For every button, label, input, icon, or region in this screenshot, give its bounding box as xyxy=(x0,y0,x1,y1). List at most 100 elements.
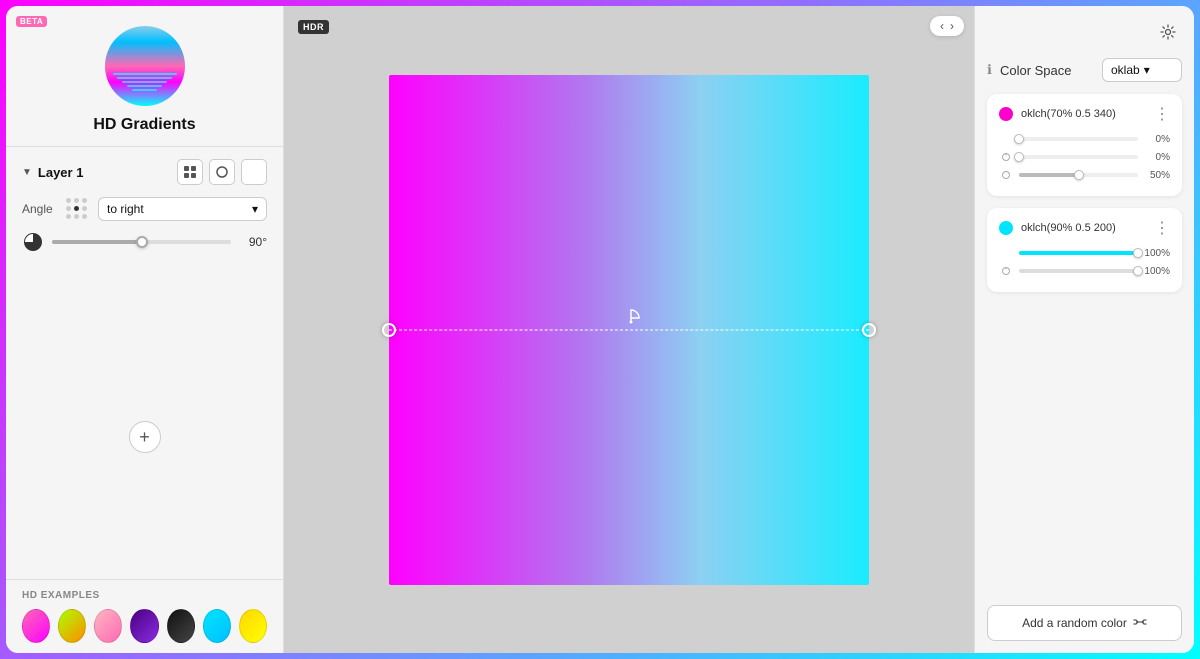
stop-1-slider-track-1[interactable] xyxy=(1019,137,1138,141)
add-color-button[interactable]: Add a random color xyxy=(987,605,1182,641)
angle-pie-icon xyxy=(22,231,44,253)
color-space-select[interactable]: oklab ▾ xyxy=(1102,58,1182,82)
logo-line-3 xyxy=(122,81,167,83)
color-stop-card-1: oklch(70% 0.5 340) ⋮ 0% xyxy=(987,94,1182,196)
app-container: BETA HD Gradients ▼ Layer 1 xyxy=(6,6,1194,653)
logo xyxy=(105,26,185,106)
examples-label: HD EXAMPLES xyxy=(22,590,267,601)
app-title: HD Gradients xyxy=(93,116,195,134)
stop-2-slider-track-1[interactable] xyxy=(1019,251,1138,255)
add-color-label: Add a random color xyxy=(1022,616,1127,630)
dot-mr xyxy=(82,206,87,211)
layer-title: Layer 1 xyxy=(38,165,84,180)
stop-2-menu[interactable]: ⋮ xyxy=(1154,218,1170,238)
angle-slider-row: 90° xyxy=(22,231,267,253)
gradient-handle-left[interactable] xyxy=(382,323,396,337)
angle-slider-thumb xyxy=(136,236,148,248)
dot-ml xyxy=(66,206,71,211)
stop-2-slider-icon-2 xyxy=(999,264,1013,278)
main-canvas: HDR ‹ › xyxy=(284,6,974,653)
right-panel: ℹ Color Space oklab ▾ oklch(70% 0.5 340)… xyxy=(974,6,1194,653)
chevron-down-icon: ▾ xyxy=(252,202,258,216)
beta-badge: BETA xyxy=(16,16,47,27)
stop-2-slider-val-2: 100% xyxy=(1144,266,1170,277)
sidebar-header: HD Gradients xyxy=(6,6,283,147)
add-layer-button[interactable]: + xyxy=(129,421,161,453)
stop-2-header: oklch(90% 0.5 200) ⋮ xyxy=(999,218,1170,238)
dot-bc xyxy=(74,214,79,219)
stop-1-slider-val-3: 50% xyxy=(1144,170,1170,181)
angle-value: 90° xyxy=(239,235,267,249)
chevron-down-icon-2: ▾ xyxy=(1144,63,1150,77)
angle-direction-label: to right xyxy=(107,202,144,216)
next-arrow-icon[interactable]: › xyxy=(950,20,954,32)
stop-2-slider-val-1: 100% xyxy=(1144,248,1170,259)
plus-icon: + xyxy=(139,427,150,448)
dot-tr xyxy=(82,198,87,203)
stop-1-slider-icon-1 xyxy=(999,132,1013,146)
angle-row: Angle to right ▾ xyxy=(22,197,267,221)
examples-section: HD EXAMPLES xyxy=(6,579,283,653)
example-swatch-pink[interactable] xyxy=(22,609,50,643)
stop-1-slider-icon-2 xyxy=(999,150,1013,164)
angle-slider-track[interactable] xyxy=(52,240,231,244)
example-swatch-yellow[interactable] xyxy=(239,609,267,643)
stop-2-slider-row-2: 100% xyxy=(999,264,1170,278)
stop-1-slider-row-1: 0% xyxy=(999,132,1170,146)
stop-2-dot[interactable] xyxy=(999,221,1013,235)
color-space-value: oklab xyxy=(1111,63,1140,77)
stop-1-slider-row-2: 0% xyxy=(999,150,1170,164)
stop-1-slider-val-1: 0% xyxy=(1144,134,1170,145)
example-swatch-cyan[interactable] xyxy=(203,609,231,643)
dot-tl xyxy=(66,198,71,203)
dot-br xyxy=(82,214,87,219)
stop-1-header: oklch(70% 0.5 340) ⋮ xyxy=(999,104,1170,124)
examples-row xyxy=(22,609,267,643)
stop-2-slider-row-1: 100% xyxy=(999,246,1170,260)
prev-arrow-icon[interactable]: ‹ xyxy=(940,20,944,32)
nav-arrows[interactable]: ‹ › xyxy=(930,16,964,36)
stop-1-dot[interactable] xyxy=(999,107,1013,121)
stop-1-slider-row-3: 50% xyxy=(999,168,1170,182)
logo-line-4 xyxy=(127,85,162,87)
logo-line-5 xyxy=(132,89,158,91)
layer-section: ▼ Layer 1 Angle xyxy=(6,147,283,579)
color-space-row: ℹ Color Space oklab ▾ xyxy=(987,58,1182,82)
example-swatch-dark[interactable] xyxy=(167,609,195,643)
stop-1-menu[interactable]: ⋮ xyxy=(1154,104,1170,124)
shuffle-icon xyxy=(1133,616,1147,630)
info-icon: ℹ xyxy=(987,62,992,78)
logo-line-2 xyxy=(117,77,171,79)
layer-collapse-icon[interactable]: ▼ xyxy=(22,167,32,178)
hdr-badge: HDR xyxy=(298,20,329,34)
example-swatch-purple[interactable] xyxy=(130,609,158,643)
example-swatch-green-orange[interactable] xyxy=(58,609,86,643)
sidebar: BETA HD Gradients ▼ Layer 1 xyxy=(6,6,284,653)
stop-2-label: oklch(90% 0.5 200) xyxy=(1021,222,1146,234)
stop-1-slider-track-2[interactable] xyxy=(1019,155,1138,159)
angle-dots-grid[interactable] xyxy=(66,198,88,220)
layer-icons xyxy=(177,159,267,185)
dot-tc xyxy=(74,198,79,203)
stop-1-slider-icon-3 xyxy=(999,168,1013,182)
midpoint-handle[interactable] xyxy=(619,308,643,337)
angle-dropdown[interactable]: to right ▾ xyxy=(98,197,267,221)
layer-icon-halfmoon[interactable] xyxy=(241,159,267,185)
gradient-canvas[interactable] xyxy=(389,75,869,585)
stop-1-slider-val-2: 0% xyxy=(1144,152,1170,163)
color-stop-card-2: oklch(90% 0.5 200) ⋮ 100% 100% xyxy=(987,208,1182,292)
dot-mc xyxy=(74,206,79,211)
angle-slider-fill xyxy=(52,240,142,244)
layer-title-row: ▼ Layer 1 xyxy=(22,165,83,180)
gradient-handle-right[interactable] xyxy=(862,323,876,337)
settings-icon-row xyxy=(987,18,1182,46)
example-swatch-light-pink[interactable] xyxy=(94,609,122,643)
settings-button[interactable] xyxy=(1154,18,1182,46)
stop-1-slider-track-3[interactable] xyxy=(1019,173,1138,177)
logo-line-1 xyxy=(113,73,177,75)
color-space-label: Color Space xyxy=(1000,63,1094,78)
stop-2-slider-track-2[interactable] xyxy=(1019,269,1138,273)
dot-bl xyxy=(66,214,71,219)
layer-icon-grid[interactable] xyxy=(177,159,203,185)
layer-icon-circle[interactable] xyxy=(209,159,235,185)
